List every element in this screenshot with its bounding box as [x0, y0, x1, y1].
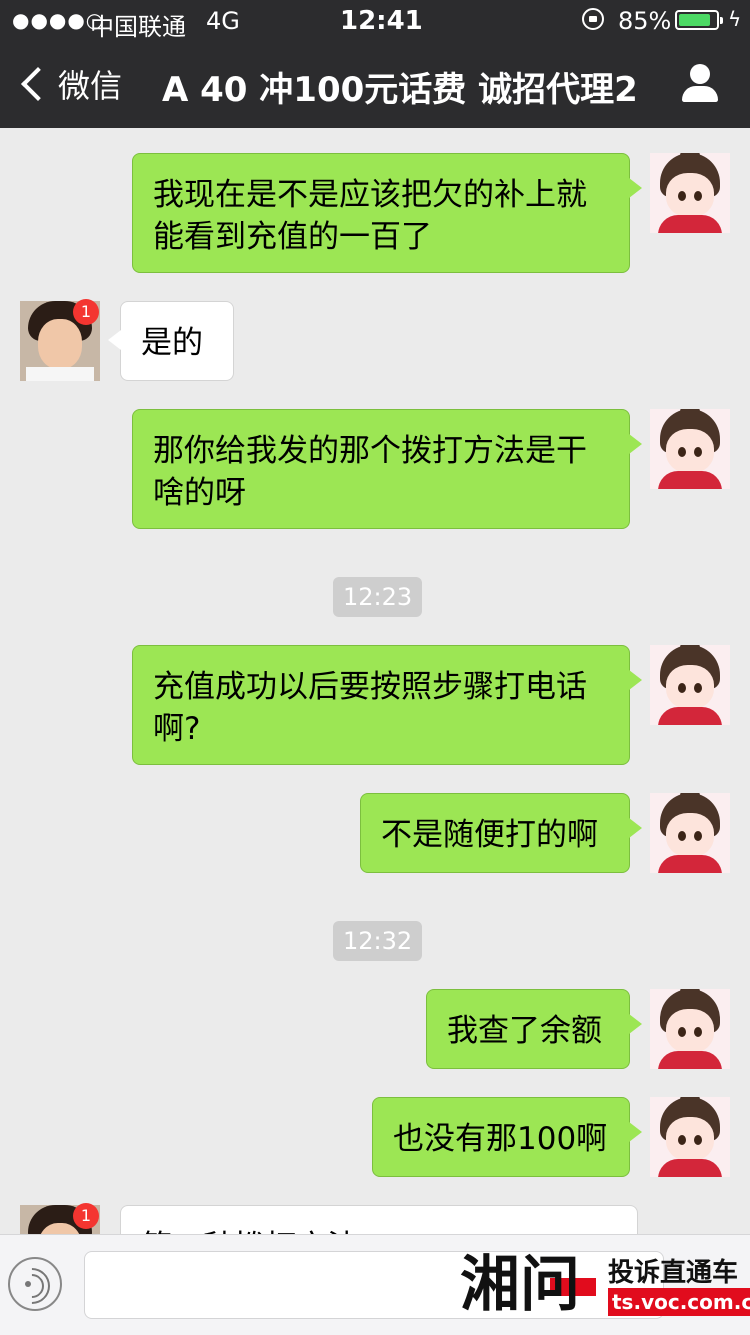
message-text: 不是随便打的啊	[381, 817, 598, 853]
watermark-logo: 湘问	[460, 1250, 580, 1320]
message-bubble-outgoing[interactable]: 也没有那100啊	[372, 1097, 642, 1177]
carrier-name: 中国联通	[90, 13, 186, 41]
watermark-url: ts.voc.com.cn	[608, 1288, 750, 1316]
message-list[interactable]: 我现在是不是应该把欠的补上就 能看到充值的一百了 1 是的 那你给我发的那个拨打…	[0, 128, 750, 1234]
message-text: 第一种拨打方法	[141, 1226, 617, 1234]
my-avatar[interactable]	[650, 989, 730, 1069]
message-text: 我查了余额	[447, 1013, 602, 1049]
battery-icon	[675, 10, 723, 30]
unread-badge: 1	[73, 1203, 99, 1229]
my-avatar[interactable]	[650, 1097, 730, 1177]
chat-title: A 40 冲100元话费 诚招代理2	[162, 70, 638, 110]
message-text: 能看到充值的一百了	[153, 219, 432, 255]
my-avatar[interactable]	[650, 409, 730, 489]
message-bubble-incoming[interactable]: 第一种拨打方法	[120, 1205, 638, 1234]
message-text: 啥的呀	[153, 475, 246, 511]
back-label: 微信	[58, 67, 123, 105]
message-text: 啊?	[153, 711, 201, 747]
back-button[interactable]: 微信	[16, 62, 122, 106]
rotation-lock-icon	[582, 8, 604, 30]
my-avatar[interactable]	[650, 645, 730, 725]
message-bubble-outgoing[interactable]: 我查了余额	[426, 989, 642, 1069]
battery-percent: 85%	[618, 7, 672, 35]
message-text: 我现在是不是应该把欠的补上就	[153, 177, 587, 213]
top-bar: ●●●●○ 中国联通 4G 12:41 85% ϟ 微信 A 40 冲100元话…	[0, 0, 750, 128]
voice-input-button[interactable]	[6, 1257, 62, 1312]
nav-bar: 微信 A 40 冲100元话费 诚招代理2	[0, 42, 750, 128]
person-icon	[690, 64, 710, 84]
status-time: 12:41	[340, 6, 423, 36]
status-bar: ●●●●○ 中国联通 4G 12:41 85% ϟ	[0, 0, 750, 42]
unread-badge: 1	[73, 299, 99, 325]
message-bubble-incoming[interactable]: 是的	[108, 301, 234, 381]
charging-icon: ϟ	[728, 7, 742, 31]
message-bubble-outgoing[interactable]: 不是随便打的啊	[360, 793, 642, 873]
message-timestamp: 12:32	[333, 921, 423, 961]
message-text: 那你给我发的那个拨打方法是干	[153, 433, 587, 469]
message-bubble-outgoing[interactable]: 那你给我发的那个拨打方法是干 啥的呀	[132, 409, 642, 529]
message-text: 充值成功以后要按照步骤打电话	[153, 669, 587, 705]
watermark: 湘问 投诉直通车 ts.voc.com.cn	[460, 1240, 750, 1334]
network-type: 4G	[206, 7, 240, 35]
chevron-left-icon	[21, 67, 55, 101]
battery-fill	[679, 14, 710, 26]
message-timestamp: 12:23	[333, 577, 423, 617]
message-text: 也没有那100啊	[393, 1121, 608, 1157]
my-avatar[interactable]	[650, 793, 730, 873]
chat-info-button[interactable]	[680, 62, 720, 106]
my-avatar[interactable]	[650, 153, 730, 233]
message-text: 是的	[141, 325, 203, 361]
message-bubble-outgoing[interactable]: 我现在是不是应该把欠的补上就 能看到充值的一百了	[132, 153, 642, 273]
message-bubble-outgoing[interactable]: 充值成功以后要按照步骤打电话 啊?	[132, 645, 642, 765]
watermark-tagline: 投诉直通车	[608, 1258, 739, 1288]
